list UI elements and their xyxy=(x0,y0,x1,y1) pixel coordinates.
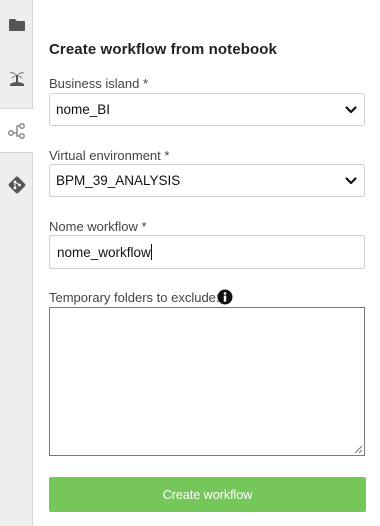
sidebar-tab-business-island[interactable] xyxy=(0,55,33,100)
sidebar xyxy=(0,0,34,526)
create-workflow-button[interactable]: Create workflow xyxy=(49,477,366,512)
workflow-name-label: Nome workflow * xyxy=(49,219,147,234)
workflow-name-input[interactable]: nome_workflow xyxy=(49,235,365,269)
git-icon xyxy=(8,176,25,193)
resize-grip-icon[interactable] xyxy=(353,444,363,454)
sidebar-tab-workflow[interactable] xyxy=(0,108,34,153)
info-icon[interactable] xyxy=(217,289,233,305)
workflow-icon xyxy=(8,122,25,139)
workflow-name-value: nome_workflow xyxy=(57,244,151,260)
virtual-environment-value: BPM_39_ANALYSIS xyxy=(56,173,181,188)
business-island-value: nome_BI xyxy=(56,102,111,117)
business-island-select[interactable]: nome_BI xyxy=(49,93,365,126)
folder-icon xyxy=(8,18,25,31)
virtual-environment-label: Virtual environment * xyxy=(49,148,170,163)
panel-title: Create workflow from notebook xyxy=(49,41,277,58)
sidebar-tab-files[interactable] xyxy=(0,2,33,47)
island-icon xyxy=(8,71,25,86)
temp-folders-textarea[interactable] xyxy=(49,307,365,456)
sidebar-tab-git[interactable] xyxy=(0,162,33,207)
chevron-down-icon xyxy=(345,105,357,113)
chevron-down-icon xyxy=(345,176,357,184)
virtual-environment-select[interactable]: BPM_39_ANALYSIS xyxy=(49,164,365,197)
temp-folders-label: Temporary folders to exclude: xyxy=(49,290,220,305)
create-workflow-button-label: Create workflow xyxy=(162,487,253,502)
text-caret xyxy=(150,244,152,260)
business-island-label: Business island * xyxy=(49,76,148,91)
